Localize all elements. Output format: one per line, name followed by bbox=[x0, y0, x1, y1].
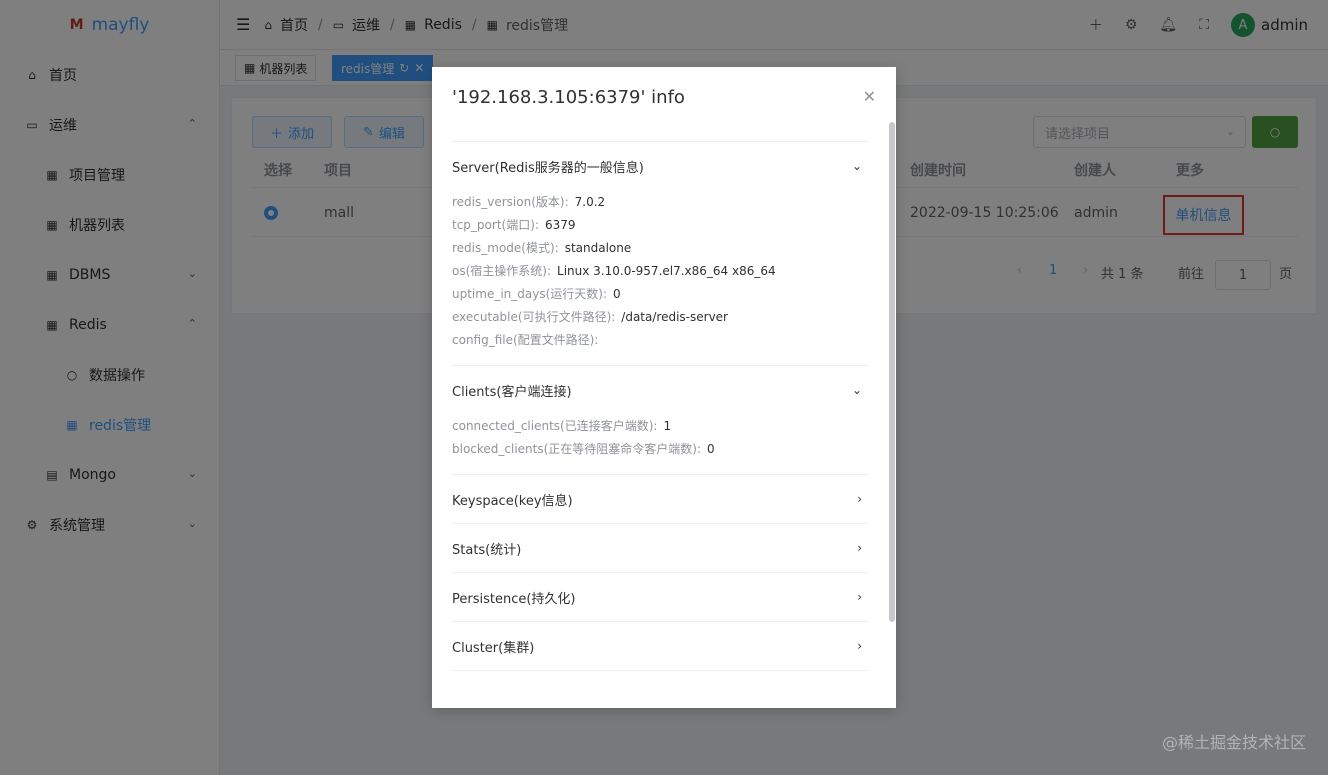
chevron-down-icon: ⌄ bbox=[851, 383, 862, 397]
collapse-content: connected_clients(已连接客户端数): 1 blocked_cli… bbox=[452, 414, 868, 474]
info-key: executable(可执行文件路径): bbox=[452, 310, 616, 324]
info-value: 0 bbox=[613, 286, 621, 301]
info-row: tcp_port(端口): 6379 bbox=[452, 213, 868, 236]
chevron-down-icon: ⌄ bbox=[851, 159, 862, 173]
collapse-title: Cluster(集群) bbox=[452, 640, 535, 656]
info-row: os(宿主操作系统): Linux 3.10.0-957.el7.x86_64 x… bbox=[452, 259, 868, 282]
collapse-title: Persistence(持久化) bbox=[452, 591, 576, 607]
info-value: Linux 3.10.0-957.el7.x86_64 x86_64 bbox=[557, 263, 776, 278]
info-value: 0 bbox=[707, 441, 715, 456]
collapse-header[interactable]: Keyspace(key信息) › bbox=[452, 475, 868, 523]
info-row: redis_mode(模式): standalone bbox=[452, 236, 868, 259]
dialog-title: '192.168.3.105:6379' info bbox=[452, 87, 685, 108]
collapse-header[interactable]: Clients(客户端连接) ⌄ bbox=[452, 366, 868, 414]
collapse-persistence: Persistence(持久化) › bbox=[452, 572, 868, 621]
collapse-title: Keyspace(key信息) bbox=[452, 493, 573, 509]
info-value: 7.0.2 bbox=[574, 194, 606, 209]
chevron-right-icon: › bbox=[857, 492, 862, 506]
watermark: @稀土掘金技术社区 bbox=[1161, 733, 1306, 752]
chevron-right-icon: › bbox=[857, 541, 862, 555]
info-row: uptime_in_days(运行天数): 0 bbox=[452, 282, 868, 305]
dialog-body: Server(Redis服务器的一般信息) ⌄ redis_version(版本)… bbox=[452, 141, 868, 701]
info-key: blocked_clients(正在等待阻塞命令客户端数): bbox=[452, 442, 702, 456]
close-icon[interactable]: ✕ bbox=[863, 87, 876, 106]
info-value: standalone bbox=[564, 240, 632, 255]
collapse-header[interactable]: Server(Redis服务器的一般信息) ⌄ bbox=[452, 142, 868, 190]
collapse-header[interactable]: Stats(统计) › bbox=[452, 524, 868, 572]
info-row: blocked_clients(正在等待阻塞命令客户端数): 0 bbox=[452, 437, 868, 460]
collapse-server: Server(Redis服务器的一般信息) ⌄ redis_version(版本)… bbox=[452, 141, 868, 365]
info-key: uptime_in_days(运行天数): bbox=[452, 287, 608, 301]
info-key: os(宿主操作系统): bbox=[452, 264, 552, 278]
chevron-right-icon: › bbox=[857, 590, 862, 604]
info-value: 6379 bbox=[544, 217, 576, 232]
chevron-right-icon: › bbox=[857, 639, 862, 653]
collapse-clients: Clients(客户端连接) ⌄ connected_clients(已连接客户端… bbox=[452, 365, 868, 474]
info-key: tcp_port(端口): bbox=[452, 218, 539, 232]
collapse-header[interactable]: Cluster(集群) › bbox=[452, 622, 868, 670]
info-row: connected_clients(已连接客户端数): 1 bbox=[452, 414, 868, 437]
info-value: /data/redis-server bbox=[621, 309, 728, 324]
info-key: redis_version(版本): bbox=[452, 195, 569, 209]
info-key: config_file(配置文件路径): bbox=[452, 333, 599, 347]
collapse-content: redis_version(版本): 7.0.2 tcp_port(端口): 637… bbox=[452, 190, 868, 365]
dialog-scrollbar[interactable] bbox=[889, 122, 895, 622]
collapse-header[interactable]: Persistence(持久化) › bbox=[452, 573, 868, 621]
redis-info-dialog: '192.168.3.105:6379' info ✕ Server(Redis… bbox=[432, 67, 896, 708]
info-row: redis_version(版本): 7.0.2 bbox=[452, 190, 868, 213]
info-key: connected_clients(已连接客户端数): bbox=[452, 419, 658, 433]
collapse-stats: Stats(统计) › bbox=[452, 523, 868, 572]
collapse-title: Server(Redis服务器的一般信息) bbox=[452, 160, 644, 176]
collapse-title: Stats(统计) bbox=[452, 542, 522, 558]
collapse-title: Clients(客户端连接) bbox=[452, 384, 572, 400]
info-row: config_file(配置文件路径): bbox=[452, 328, 868, 351]
info-row: executable(可执行文件路径): /data/redis-server bbox=[452, 305, 868, 328]
collapse-cluster: Cluster(集群) › bbox=[452, 621, 868, 671]
collapse-keyspace: Keyspace(key信息) › bbox=[452, 474, 868, 523]
info-key: redis_mode(模式): bbox=[452, 241, 559, 255]
info-value: 1 bbox=[663, 418, 672, 433]
